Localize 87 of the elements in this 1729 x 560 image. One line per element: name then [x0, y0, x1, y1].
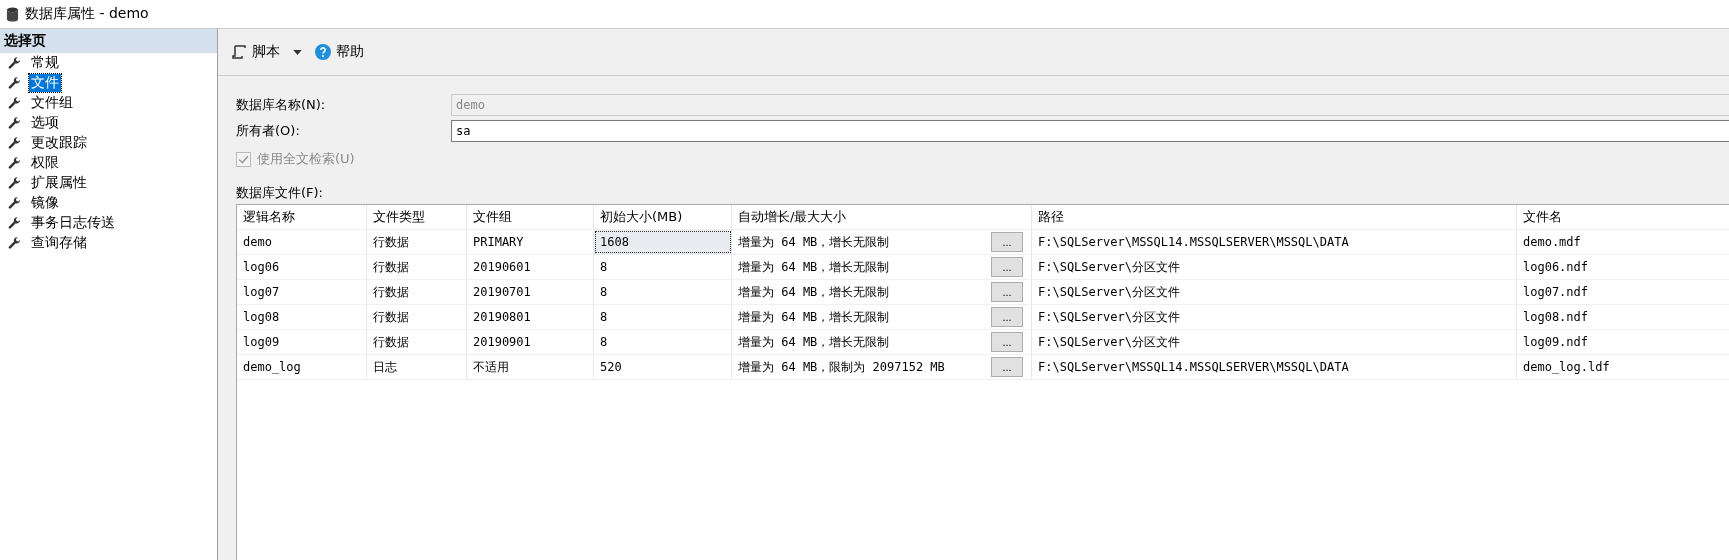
browse-button[interactable]: ... — [991, 307, 1023, 327]
table-cell: demo_log — [237, 355, 367, 379]
sidebar-item[interactable]: 扩展属性 — [29, 174, 89, 192]
sidebar-item[interactable]: 查询存储 — [29, 234, 89, 252]
table-cell: log08 — [237, 305, 367, 329]
table-cell: log08.ndf — [1517, 305, 1729, 329]
column-header: 路径 — [1032, 205, 1517, 229]
table-cell: 增量为 64 MB，增长无限制 — [738, 308, 890, 326]
wrench-icon — [8, 216, 21, 230]
sidebar-item[interactable]: 事务日志传送 — [29, 214, 117, 232]
table-cell: log07 — [237, 280, 367, 304]
table-cell: 增量为 64 MB，增长无限制 — [738, 233, 890, 251]
table-cell: 8 — [594, 330, 732, 354]
wrench-icon — [8, 236, 21, 250]
table-cell: 不适用 — [467, 355, 594, 379]
field-label: 所有者(O): — [236, 122, 301, 140]
table-title: 数据库文件(F): — [236, 184, 324, 202]
sidebar-item[interactable]: 更改跟踪 — [29, 134, 89, 152]
table-cell: demo — [237, 230, 367, 254]
wrench-icon — [8, 136, 21, 150]
table-cell: 增量为 64 MB，增长无限制 — [738, 258, 890, 276]
browse-button[interactable]: ... — [991, 282, 1023, 302]
column-header: 文件名 — [1517, 205, 1729, 229]
wrench-icon — [8, 116, 21, 130]
column-header: 文件类型 — [367, 205, 467, 229]
table-cell: 行数据 — [367, 255, 467, 279]
script-button[interactable]: 脚本 — [228, 41, 283, 63]
table-cell: 增量为 64 MB，增长无限制 — [738, 333, 890, 351]
sidebar-item[interactable]: 文件 — [29, 74, 61, 92]
table-cell: 行数据 — [367, 230, 467, 254]
sidebar-item[interactable]: 权限 — [29, 154, 61, 172]
table-cell: 20190701 — [467, 280, 594, 304]
table-cell: 日志 — [367, 355, 467, 379]
table-cell: 增量为 64 MB，限制为 2097152 MB — [738, 358, 945, 376]
table-cell: F:\SQLServer\MSSQL14.MSSQLSERVER\MSSQL\DATA — [1032, 230, 1517, 254]
column-header: 文件组 — [467, 205, 594, 229]
table-cell: F:\SQLServer\分区文件 — [1032, 255, 1517, 279]
table-cell: 行数据 — [367, 330, 467, 354]
table-cell: log09.ndf — [1517, 330, 1729, 354]
wrench-icon — [8, 76, 21, 90]
browse-button[interactable]: ... — [991, 357, 1023, 377]
sidebar-item[interactable]: 选项 — [29, 114, 61, 132]
sidebar-item[interactable]: 镜像 — [29, 194, 61, 212]
table-cell: 行数据 — [367, 280, 467, 304]
table-cell: 8 — [594, 255, 732, 279]
wrench-icon — [8, 156, 21, 170]
browse-button[interactable]: ... — [991, 232, 1023, 252]
sidebar-header: 选择页 — [0, 29, 217, 53]
checkbox-label: 使用全文检索(U) — [257, 150, 355, 168]
sidebar-item[interactable]: 文件组 — [29, 94, 75, 112]
table-cell: 20190801 — [467, 305, 594, 329]
table-cell: log07.ndf — [1517, 280, 1729, 304]
script-icon — [231, 44, 247, 60]
table-cell: log06 — [237, 255, 367, 279]
wrench-icon — [8, 96, 21, 110]
table-cell: F:\SQLServer\MSSQL14.MSSQLSERVER\MSSQL\DATA — [1032, 355, 1517, 379]
column-header: 初始大小(MB) — [594, 205, 732, 229]
table-cell: 1608 — [594, 230, 732, 254]
database-icon — [6, 6, 19, 22]
table-cell: 20190601 — [467, 255, 594, 279]
table-cell: 行数据 — [367, 305, 467, 329]
help-button[interactable]: 帮助 — [312, 41, 367, 63]
table-cell: 增量为 64 MB，增长无限制 — [738, 283, 890, 301]
caret-icon[interactable] — [293, 49, 302, 55]
table-cell: demo.mdf — [1517, 230, 1729, 254]
table-cell: log06.ndf — [1517, 255, 1729, 279]
table-cell: log09 — [237, 330, 367, 354]
window-title: 数据库属性 - demo — [25, 5, 149, 23]
help-icon — [315, 44, 331, 60]
table-cell: F:\SQLServer\分区文件 — [1032, 280, 1517, 304]
column-header: 自动增长/最大大小 — [732, 205, 1032, 229]
sidebar-item[interactable]: 常规 — [29, 54, 61, 72]
table-cell: 520 — [594, 355, 732, 379]
browse-button[interactable]: ... — [991, 332, 1023, 352]
wrench-icon — [8, 196, 21, 210]
wrench-icon — [8, 56, 21, 70]
table-cell: demo_log.ldf — [1517, 355, 1729, 379]
browse-button[interactable]: ... — [991, 257, 1023, 277]
table-cell: 8 — [594, 280, 732, 304]
table-cell: 8 — [594, 305, 732, 329]
column-header: 逻辑名称 — [237, 205, 367, 229]
wrench-icon — [8, 176, 21, 190]
field-label: 数据库名称(N): — [236, 96, 327, 114]
owner-field[interactable]: sa — [451, 120, 1729, 142]
table-cell: F:\SQLServer\分区文件 — [1032, 330, 1517, 354]
table-cell: 20190901 — [467, 330, 594, 354]
table-cell: F:\SQLServer\分区文件 — [1032, 305, 1517, 329]
